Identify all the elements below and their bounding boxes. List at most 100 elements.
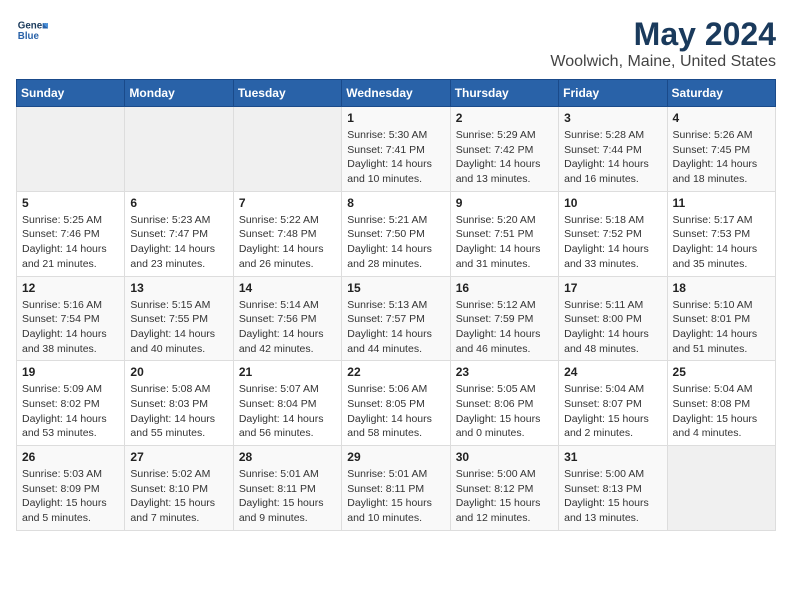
calendar-cell: 20Sunrise: 5:08 AM Sunset: 8:03 PM Dayli… [125,361,233,446]
calendar-cell: 5 Sunrise: 5:25 AM Sunset: 7:46 PM Daylig… [17,191,125,276]
cell-info: Sunrise: 5:01 AM Sunset: 8:11 PM Dayligh… [239,467,336,526]
calendar-cell [667,446,775,531]
day-header-monday: Monday [125,80,233,107]
day-number: 17 [564,281,661,295]
calendar-cell: 1 Sunrise: 5:30 AM Sunset: 7:41 PM Daylig… [342,107,450,192]
day-number: 29 [347,450,444,464]
day-number: 24 [564,365,661,379]
calendar-cell: 29 Sunrise: 5:01 AM Sunset: 8:11 PM Dayli… [342,446,450,531]
calendar-cell: 6Sunrise: 5:23 AM Sunset: 7:47 PM Daylig… [125,191,233,276]
day-header-wednesday: Wednesday [342,80,450,107]
day-number: 4 [673,111,770,125]
calendar-cell: 14Sunrise: 5:14 AM Sunset: 7:56 PM Dayli… [233,276,341,361]
week-row-3: 12Sunrise: 5:16 AM Sunset: 7:54 PM Dayli… [17,276,776,361]
calendar-cell: 28 Sunrise: 5:01 AM Sunset: 8:11 PM Dayli… [233,446,341,531]
calendar-cell: 19 Sunrise: 5:09 AM Sunset: 8:02 PM Dayli… [17,361,125,446]
cell-info: Sunrise: 5:12 AM Sunset: 7:59 PM Dayligh… [456,298,553,357]
calendar-cell: 18 Sunrise: 5:10 AM Sunset: 8:01 PM Dayli… [667,276,775,361]
cell-info: Sunrise: 5:26 AM Sunset: 7:45 PM Dayligh… [673,128,770,187]
cell-info: Sunrise: 5:04 AM Sunset: 8:07 PM Dayligh… [564,382,661,441]
calendar-cell: 24 Sunrise: 5:04 AM Sunset: 8:07 PM Dayli… [559,361,667,446]
main-title: May 2024 [550,16,776,53]
day-header-tuesday: Tuesday [233,80,341,107]
cell-info: Sunrise: 5:11 AM Sunset: 8:00 PM Dayligh… [564,298,661,357]
day-number: 5 [22,196,119,210]
day-number: 22 [347,365,444,379]
day-number: 23 [456,365,553,379]
day-header-sunday: Sunday [17,80,125,107]
cell-info: Sunrise: 5:03 AM Sunset: 8:09 PM Dayligh… [22,467,119,526]
day-number: 26 [22,450,119,464]
day-number: 31 [564,450,661,464]
calendar-cell: 15Sunrise: 5:13 AM Sunset: 7:57 PM Dayli… [342,276,450,361]
day-number: 10 [564,196,661,210]
cell-info: Sunrise: 5:21 AM Sunset: 7:50 PM Dayligh… [347,213,444,272]
day-number: 3 [564,111,661,125]
week-row-4: 19 Sunrise: 5:09 AM Sunset: 8:02 PM Dayli… [17,361,776,446]
day-number: 7 [239,196,336,210]
calendar-cell: 17 Sunrise: 5:11 AM Sunset: 8:00 PM Dayli… [559,276,667,361]
cell-info: Sunrise: 5:25 AM Sunset: 7:46 PM Dayligh… [22,213,119,272]
day-number: 2 [456,111,553,125]
calendar-cell [233,107,341,192]
day-number: 28 [239,450,336,464]
cell-info: Sunrise: 5:05 AM Sunset: 8:06 PM Dayligh… [456,382,553,441]
day-header-thursday: Thursday [450,80,558,107]
calendar-cell: 22Sunrise: 5:06 AM Sunset: 8:05 PM Dayli… [342,361,450,446]
day-number: 11 [673,196,770,210]
day-number: 16 [456,281,553,295]
calendar-cell: 13Sunrise: 5:15 AM Sunset: 7:55 PM Dayli… [125,276,233,361]
cell-info: Sunrise: 5:23 AM Sunset: 7:47 PM Dayligh… [130,213,227,272]
calendar-cell: 10 Sunrise: 5:18 AM Sunset: 7:52 PM Dayli… [559,191,667,276]
day-number: 1 [347,111,444,125]
cell-info: Sunrise: 5:29 AM Sunset: 7:42 PM Dayligh… [456,128,553,187]
day-header-saturday: Saturday [667,80,775,107]
calendar-cell: 8Sunrise: 5:21 AM Sunset: 7:50 PM Daylig… [342,191,450,276]
calendar-cell: 16 Sunrise: 5:12 AM Sunset: 7:59 PM Dayli… [450,276,558,361]
calendar-cell: 12Sunrise: 5:16 AM Sunset: 7:54 PM Dayli… [17,276,125,361]
calendar-cell: 4 Sunrise: 5:26 AM Sunset: 7:45 PM Daylig… [667,107,775,192]
cell-info: Sunrise: 5:18 AM Sunset: 7:52 PM Dayligh… [564,213,661,272]
calendar-cell [125,107,233,192]
cell-info: Sunrise: 5:16 AM Sunset: 7:54 PM Dayligh… [22,298,119,357]
cell-info: Sunrise: 5:22 AM Sunset: 7:48 PM Dayligh… [239,213,336,272]
calendar-cell: 2 Sunrise: 5:29 AM Sunset: 7:42 PM Daylig… [450,107,558,192]
cell-info: Sunrise: 5:10 AM Sunset: 8:01 PM Dayligh… [673,298,770,357]
day-number: 20 [130,365,227,379]
cell-info: Sunrise: 5:01 AM Sunset: 8:11 PM Dayligh… [347,467,444,526]
day-number: 21 [239,365,336,379]
days-header-row: SundayMondayTuesdayWednesdayThursdayFrid… [17,80,776,107]
logo: General Blue [16,16,48,48]
cell-info: Sunrise: 5:00 AM Sunset: 8:12 PM Dayligh… [456,467,553,526]
svg-text:Blue: Blue [18,31,40,42]
calendar-cell: 30Sunrise: 5:00 AM Sunset: 8:12 PM Dayli… [450,446,558,531]
day-number: 19 [22,365,119,379]
calendar-cell: 31Sunrise: 5:00 AM Sunset: 8:13 PM Dayli… [559,446,667,531]
cell-info: Sunrise: 5:13 AM Sunset: 7:57 PM Dayligh… [347,298,444,357]
calendar-cell: 3 Sunrise: 5:28 AM Sunset: 7:44 PM Daylig… [559,107,667,192]
title-area: May 2024 Woolwich, Maine, United States [550,16,776,71]
calendar-cell: 9Sunrise: 5:20 AM Sunset: 7:51 PM Daylig… [450,191,558,276]
calendar-cell: 7 Sunrise: 5:22 AM Sunset: 7:48 PM Daylig… [233,191,341,276]
calendar-cell: 11 Sunrise: 5:17 AM Sunset: 7:53 PM Dayli… [667,191,775,276]
cell-info: Sunrise: 5:09 AM Sunset: 8:02 PM Dayligh… [22,382,119,441]
day-number: 18 [673,281,770,295]
day-header-friday: Friday [559,80,667,107]
calendar-cell: 21Sunrise: 5:07 AM Sunset: 8:04 PM Dayli… [233,361,341,446]
day-number: 27 [130,450,227,464]
cell-info: Sunrise: 5:02 AM Sunset: 8:10 PM Dayligh… [130,467,227,526]
day-number: 9 [456,196,553,210]
calendar-cell: 23 Sunrise: 5:05 AM Sunset: 8:06 PM Dayli… [450,361,558,446]
cell-info: Sunrise: 5:30 AM Sunset: 7:41 PM Dayligh… [347,128,444,187]
day-number: 13 [130,281,227,295]
week-row-1: 1 Sunrise: 5:30 AM Sunset: 7:41 PM Daylig… [17,107,776,192]
subtitle: Woolwich, Maine, United States [550,53,776,71]
week-row-2: 5 Sunrise: 5:25 AM Sunset: 7:46 PM Daylig… [17,191,776,276]
calendar-table: SundayMondayTuesdayWednesdayThursdayFrid… [16,79,776,531]
day-number: 14 [239,281,336,295]
cell-info: Sunrise: 5:17 AM Sunset: 7:53 PM Dayligh… [673,213,770,272]
logo-icon: General Blue [16,16,48,48]
calendar-cell: 27 Sunrise: 5:02 AM Sunset: 8:10 PM Dayli… [125,446,233,531]
cell-info: Sunrise: 5:28 AM Sunset: 7:44 PM Dayligh… [564,128,661,187]
week-row-5: 26 Sunrise: 5:03 AM Sunset: 8:09 PM Dayli… [17,446,776,531]
